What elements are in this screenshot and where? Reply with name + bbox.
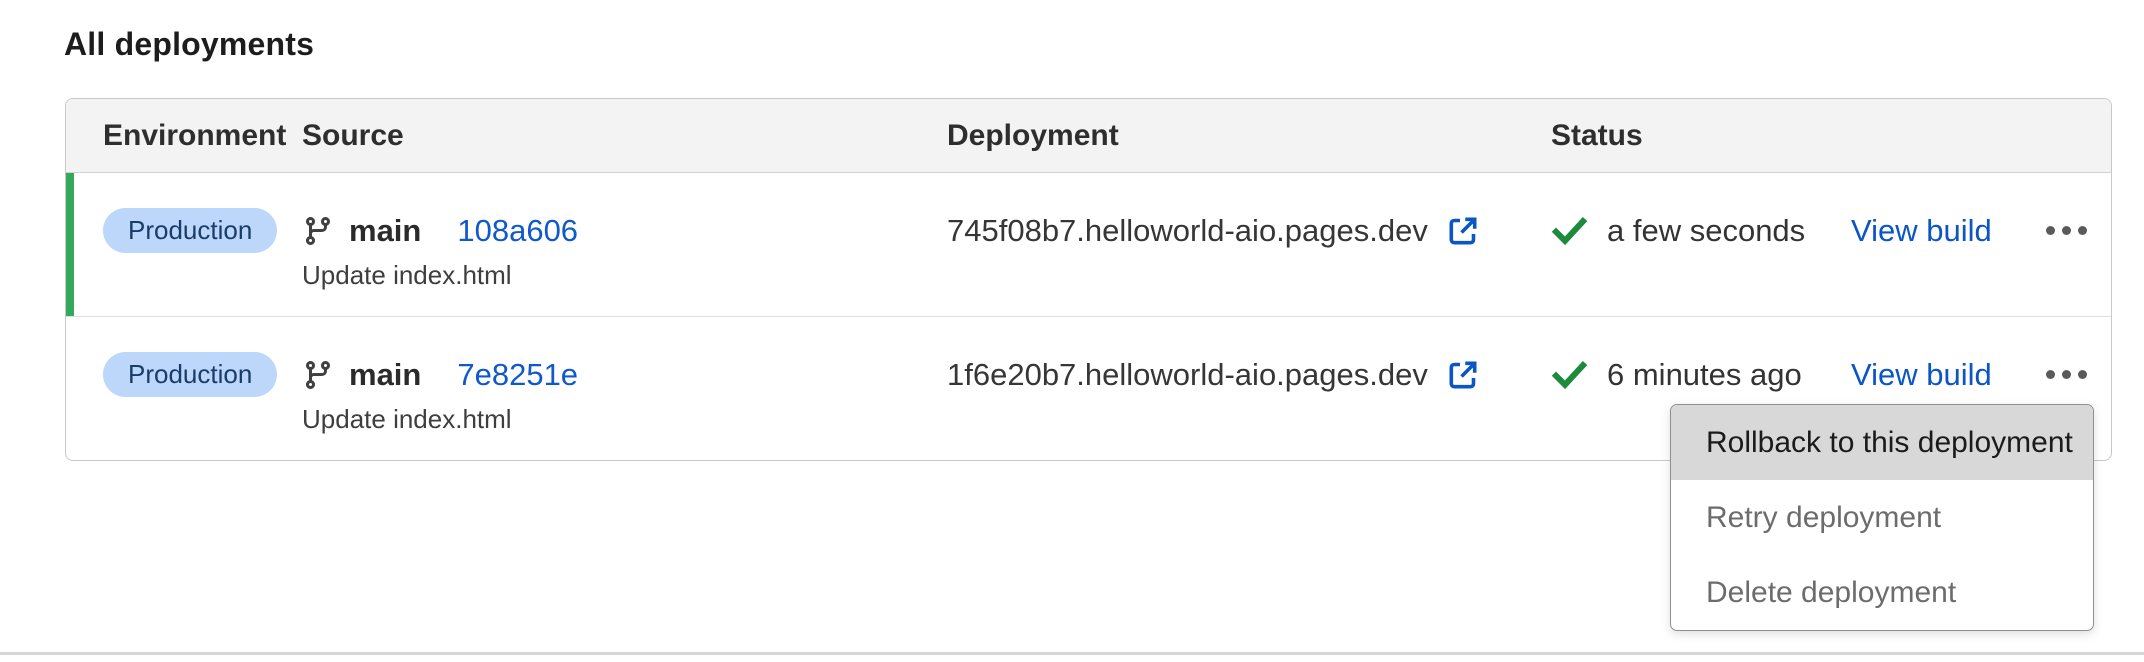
commit-hash-link[interactable]: 108a606 xyxy=(457,213,578,249)
column-header-source: Source xyxy=(302,119,947,153)
deployment-actions-menu: Rollback to this deployment Retry deploy… xyxy=(1670,404,2094,631)
open-deployment-button[interactable] xyxy=(1445,213,1481,249)
check-icon xyxy=(1551,216,1588,246)
external-link-icon xyxy=(1445,357,1481,393)
environment-badge: Production xyxy=(103,208,277,253)
deployment-url: 1f6e20b7.helloworld-aio.pages.dev xyxy=(947,357,1428,393)
view-build-link[interactable]: View build xyxy=(1851,357,1992,393)
deployment-url: 745f08b7.helloworld-aio.pages.dev xyxy=(947,213,1428,249)
branch-name: main xyxy=(349,357,421,393)
commit-message: Update index.html xyxy=(302,404,947,435)
open-deployment-button[interactable] xyxy=(1445,357,1481,393)
external-link-icon xyxy=(1445,213,1481,249)
column-header-status: Status xyxy=(1551,119,1851,153)
table-header-row: Environment Source Deployment Status xyxy=(66,99,2111,173)
menu-item-delete[interactable]: Delete deployment xyxy=(1671,555,2093,630)
row-actions-button[interactable] xyxy=(2036,208,2097,253)
page-title: All deployments xyxy=(64,26,314,63)
column-header-environment: Environment xyxy=(66,119,302,153)
menu-item-retry[interactable]: Retry deployment xyxy=(1671,480,2093,555)
commit-message: Update index.html xyxy=(302,260,947,291)
menu-item-rollback[interactable]: Rollback to this deployment xyxy=(1671,405,2093,480)
ellipsis-icon xyxy=(2046,226,2055,235)
view-build-link[interactable]: View build xyxy=(1851,213,1992,249)
active-deployment-indicator xyxy=(66,173,74,316)
deployment-row-current: Production main 108a606 Update index.htm… xyxy=(66,173,2111,317)
row-actions-button[interactable] xyxy=(2036,352,2097,397)
environment-badge: Production xyxy=(103,352,277,397)
page-bottom-divider xyxy=(0,652,2144,655)
branch-name: main xyxy=(349,213,421,249)
status-time: 6 minutes ago xyxy=(1607,357,1802,393)
git-branch-icon xyxy=(302,215,334,247)
check-icon xyxy=(1551,360,1588,390)
git-branch-icon xyxy=(302,359,334,391)
column-header-deployment: Deployment xyxy=(947,119,1551,153)
commit-hash-link[interactable]: 7e8251e xyxy=(457,357,578,393)
status-time: a few seconds xyxy=(1607,213,1805,249)
ellipsis-icon xyxy=(2046,370,2055,379)
